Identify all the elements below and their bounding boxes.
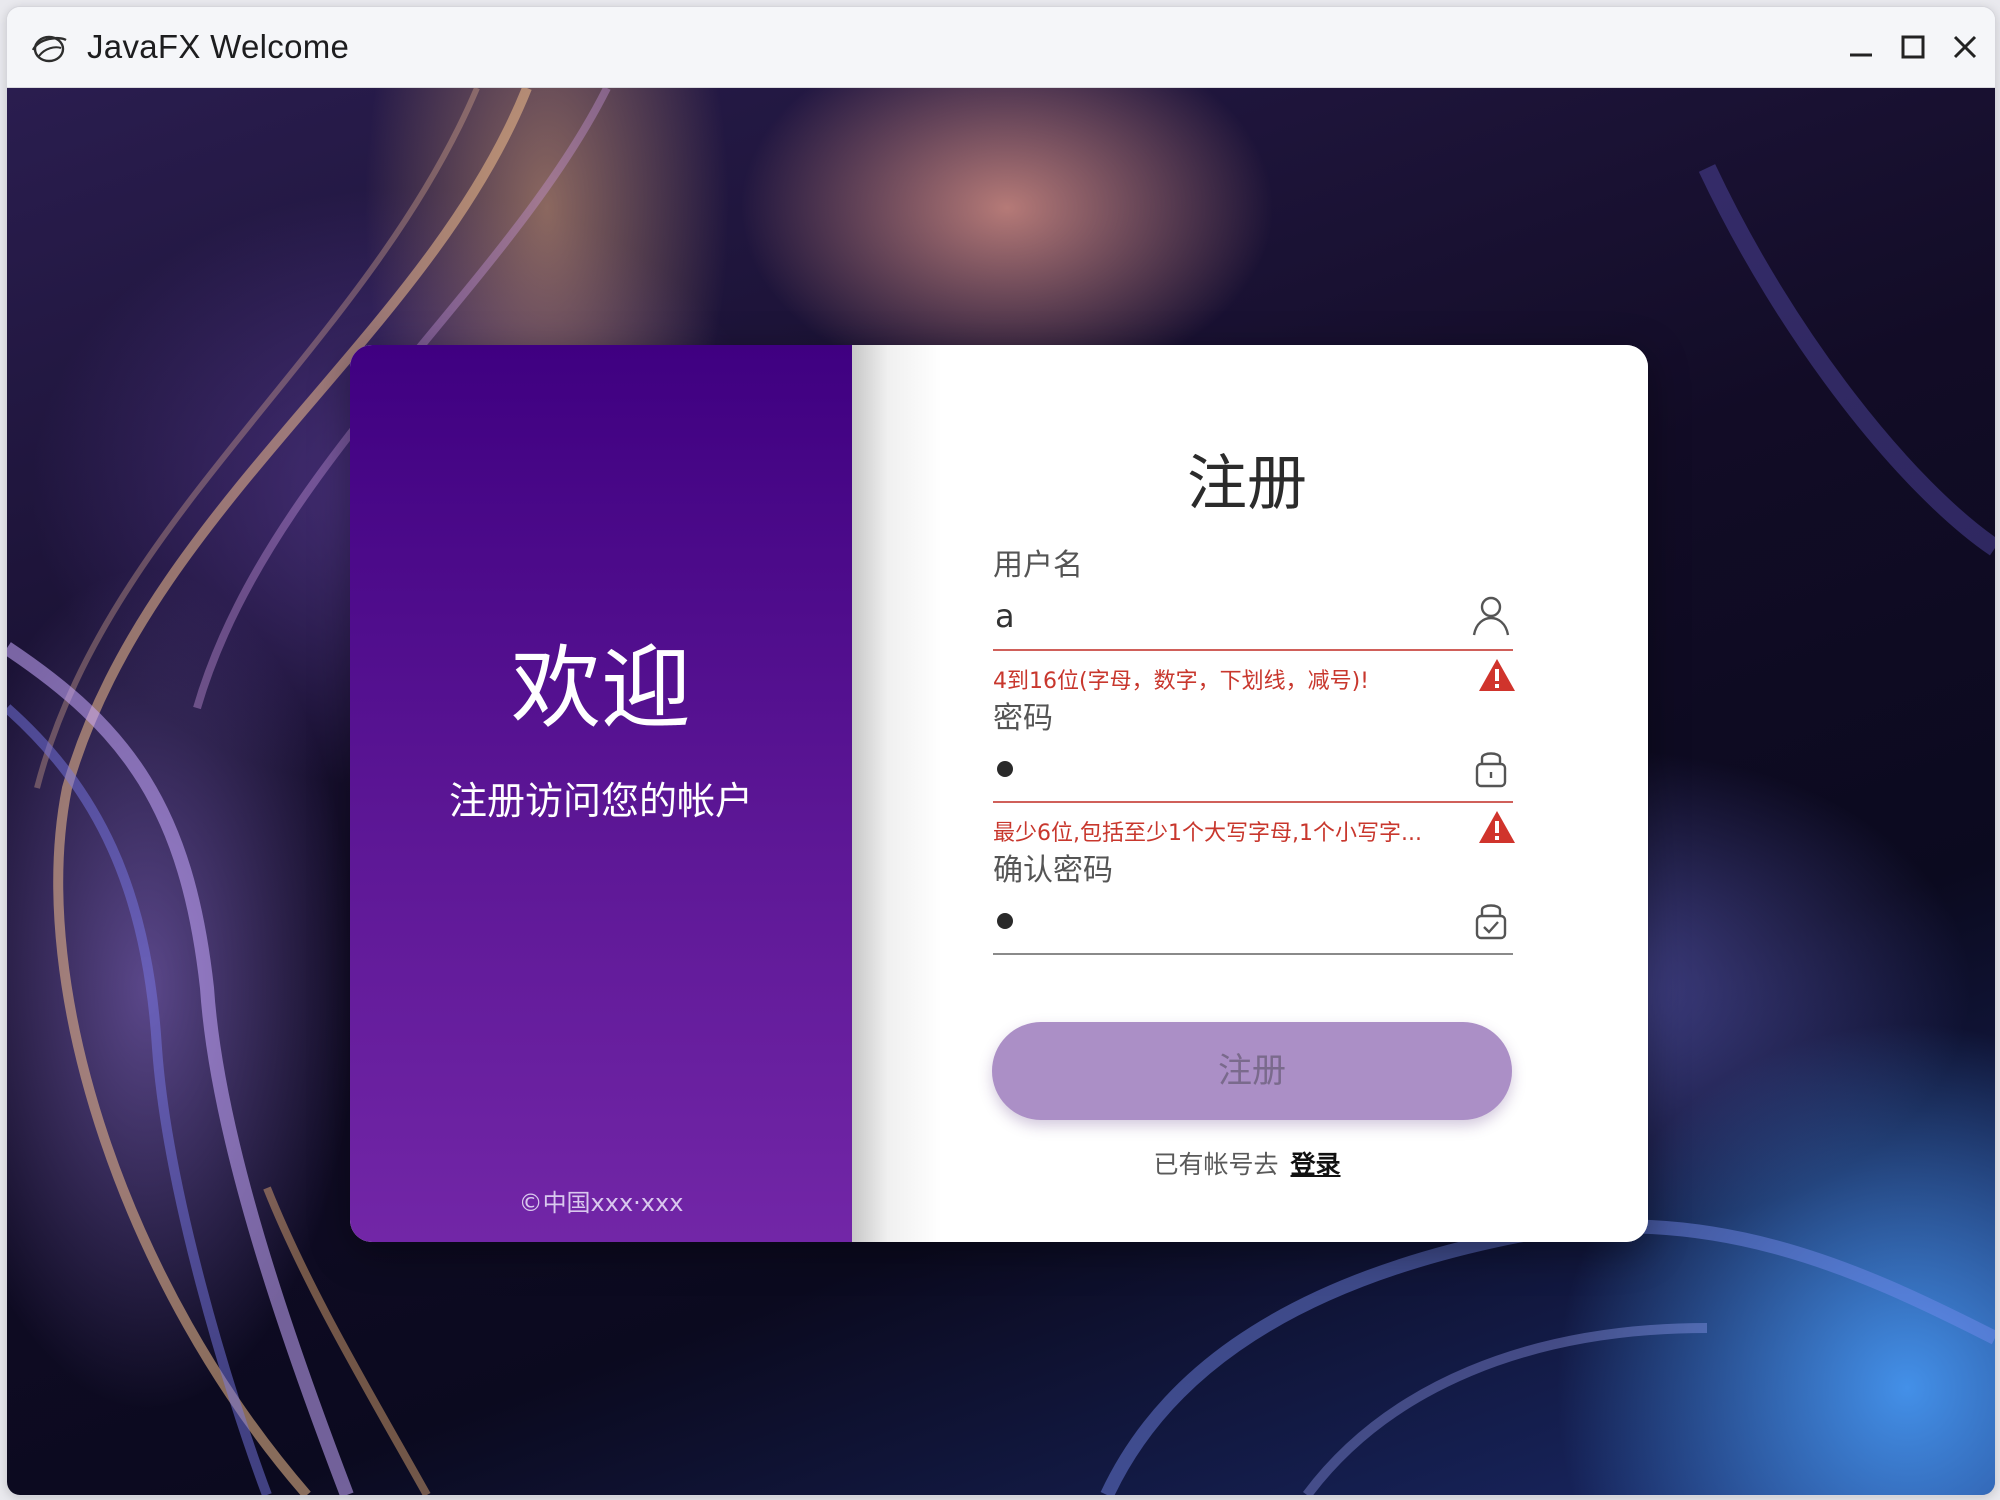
welcome-subtitle: 注册访问您的帐户: [448, 779, 753, 823]
login-prompt: 已有帐号去 登录: [852, 1145, 1642, 1181]
password-label: 密码: [993, 701, 1053, 736]
user-icon: [1469, 593, 1513, 637]
password-error: 最少6位,包括至少1个大写字母,1个小写字...: [993, 821, 1422, 846]
username-field[interactable]: [993, 587, 1513, 651]
register-form: 注册 用户名 4到16位(字母，数字，下划线，减号)!: [852, 345, 1648, 1242]
warning-icon: [1477, 657, 1517, 693]
welcome-panel: 欢迎 注册访问您的帐户 ©中国xxx·xxx: [350, 345, 852, 1242]
confirm-password-mask[interactable]: [997, 913, 1013, 929]
username-label: 用户名: [993, 548, 1083, 583]
username-error: 4到16位(字母，数字，下划线，减号)!: [993, 669, 1369, 694]
warning-icon: [1477, 809, 1517, 845]
window-title: JavaFX Welcome: [87, 28, 350, 65]
maximize-button[interactable]: [1895, 29, 1931, 65]
title-bar[interactable]: JavaFX Welcome: [7, 7, 1995, 88]
password-mask[interactable]: [997, 761, 1013, 777]
app-window: JavaFX Welcome 欢迎 注册访问您的帐户 ©中国xxx·xxx 注册…: [6, 6, 1996, 1496]
register-card: 欢迎 注册访问您的帐户 ©中国xxx·xxx 注册 用户名 a 4到16位(字母…: [350, 345, 1648, 1242]
background-area: 欢迎 注册访问您的帐户 ©中国xxx·xxx 注册 用户名 a 4到16位(字母…: [7, 88, 1995, 1495]
confirm-password-label: 确认密码: [993, 853, 1113, 888]
password-field[interactable]: [993, 739, 1513, 803]
close-button[interactable]: [1947, 29, 1983, 65]
maximize-icon: [1901, 35, 1925, 59]
username-input[interactable]: [993, 587, 1437, 645]
confirm-password-field[interactable]: [993, 891, 1513, 955]
app-logo-icon: [29, 28, 69, 68]
login-link[interactable]: 登录: [1291, 1150, 1341, 1179]
lock-check-icon: [1469, 897, 1513, 941]
lock-icon: [1469, 745, 1513, 789]
register-button[interactable]: 注册: [992, 1022, 1512, 1120]
welcome-heading: 欢迎: [511, 636, 691, 741]
form-title: 注册: [1187, 449, 1307, 519]
copyright-text: ©中国xxx·xxx: [518, 1189, 684, 1217]
close-icon: [1953, 35, 1977, 59]
minimize-icon: [1850, 53, 1872, 57]
login-prompt-text: 已有帐号去: [1153, 1150, 1279, 1179]
minimize-button[interactable]: [1843, 29, 1879, 65]
